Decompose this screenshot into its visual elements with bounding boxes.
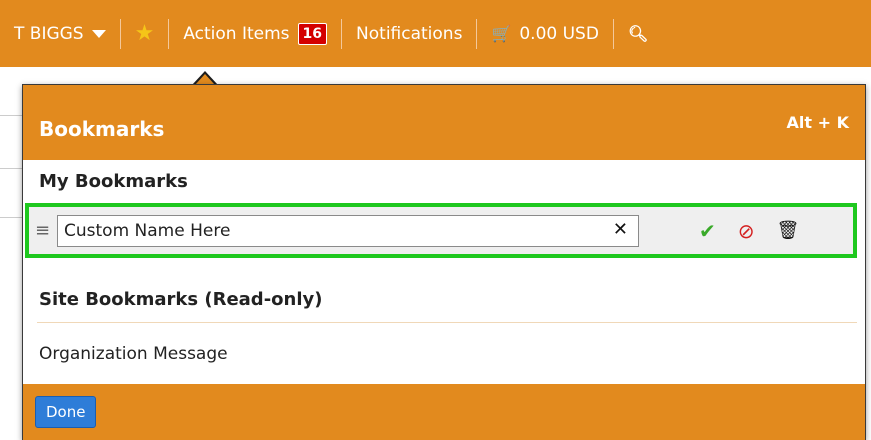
bookmark-name-input[interactable] xyxy=(62,219,606,242)
action-items-count-badge: 16 xyxy=(297,22,328,45)
popup-title: Bookmarks xyxy=(39,117,165,141)
done-button[interactable]: Done xyxy=(35,396,97,428)
search-icon: 🔍︎ xyxy=(627,24,649,43)
row-actions: ✔ ⊘ 🗑 xyxy=(699,219,799,243)
drag-handle-icon[interactable]: ≡ xyxy=(35,220,57,241)
star-icon: ★ xyxy=(134,21,155,46)
bookmark-name-field: ✕ xyxy=(57,214,639,247)
popup-body: My Bookmarks ≡ ✕ ✔ ⊘ 🗑 Site Bookmarks (R… xyxy=(23,160,865,384)
my-bookmarks-heading: My Bookmarks xyxy=(39,171,188,192)
user-name: T BIGGS xyxy=(14,23,84,44)
notifications-label: Notifications xyxy=(356,23,463,44)
search-button[interactable]: 🔍︎ xyxy=(614,0,662,67)
section-divider xyxy=(37,322,857,323)
caret-down-icon xyxy=(91,29,106,38)
popup-header: Bookmarks Alt + K xyxy=(23,85,865,160)
check-icon[interactable]: ✔ xyxy=(699,219,716,243)
cart-icon: 🛒 xyxy=(491,24,512,43)
divider xyxy=(0,168,22,169)
bookmarks-popup: Bookmarks Alt + K My Bookmarks ≡ ✕ ✔ ⊘ 🗑… xyxy=(22,84,866,440)
site-bookmarks-heading: Site Bookmarks (Read-only) xyxy=(39,289,323,310)
action-items-link[interactable]: Action Items 16 xyxy=(169,0,341,67)
keyboard-shortcut: Alt + K xyxy=(786,113,849,132)
top-navigation-bar: T BIGGS ★ Action Items 16 Notifications … xyxy=(0,0,871,67)
site-bookmark-item[interactable]: Organization Message xyxy=(39,344,228,364)
action-items-label: Action Items xyxy=(183,23,290,44)
trash-icon[interactable]: 🗑 xyxy=(777,220,800,241)
cart-link[interactable]: 🛒 0.00 USD xyxy=(477,0,613,67)
popup-footer: Done xyxy=(23,384,865,440)
notifications-link[interactable]: Notifications xyxy=(342,0,476,67)
bookmark-edit-row: ≡ ✕ ✔ ⊘ 🗑 xyxy=(25,203,857,258)
cancel-icon[interactable]: ⊘ xyxy=(738,219,755,243)
bookmarks-button[interactable]: ★ xyxy=(121,0,169,67)
divider xyxy=(0,217,22,218)
user-menu[interactable]: T BIGGS xyxy=(0,0,120,67)
cart-amount: 0.00 USD xyxy=(519,23,599,44)
divider xyxy=(0,115,22,116)
clear-icon[interactable]: ✕ xyxy=(613,219,628,240)
